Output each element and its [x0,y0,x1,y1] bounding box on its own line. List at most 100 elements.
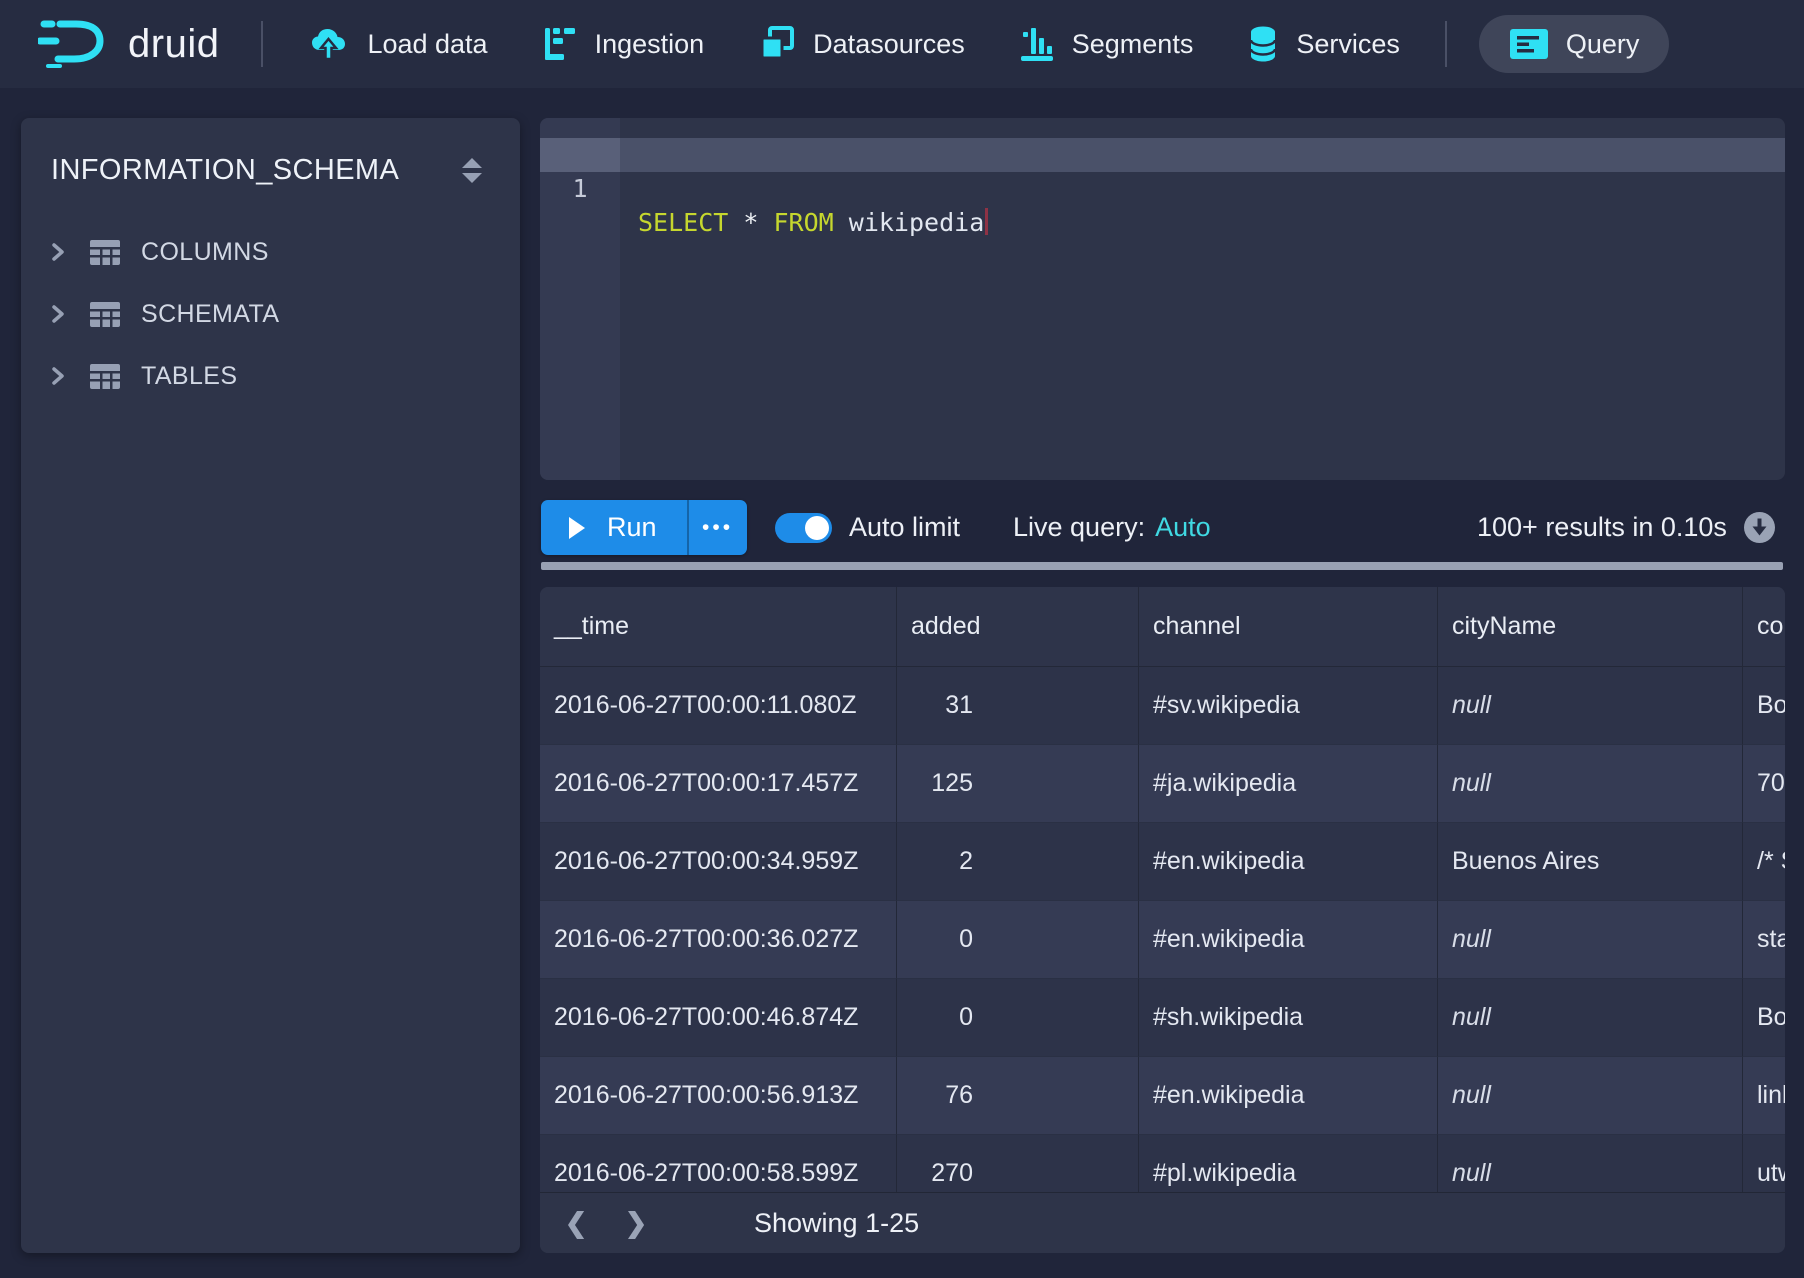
cell-time: 2016-06-27T00:00:34.959Z [540,823,897,901]
cell-comment: Bot [1743,667,1785,745]
cloud-upload-icon [310,26,350,62]
next-page-button[interactable]: ❯ [614,1208,658,1239]
tree-item-label: TABLES [141,362,237,391]
query-results-panel: __time added channel cityName comment 20… [540,587,1785,1253]
cell-added: 0 [897,901,1139,979]
database-icon [1247,25,1279,63]
nav-item-label: Query [1566,29,1640,60]
cell-channel: #ja.wikipedia [1139,745,1438,823]
cell-time: 2016-06-27T00:00:36.027Z [540,901,897,979]
cell-cityname: null [1438,979,1743,1057]
chevron-right-icon [51,242,65,262]
cell-comment: /* S [1743,823,1785,901]
run-more-button[interactable]: ••• [689,500,747,555]
cell-cityname: Buenos Aires [1438,823,1743,901]
cell-time: 2016-06-27T00:00:46.874Z [540,979,897,1057]
cell-comment: link [1743,1057,1785,1135]
tree-item-schemata[interactable]: SCHEMATA [21,283,520,345]
double-caret-vertical-icon[interactable] [462,158,482,183]
run-button-group: Run ••• [541,500,747,555]
cell-channel: #en.wikipedia [1139,823,1438,901]
auto-limit-label: Auto limit [849,500,960,555]
live-query-label: Live query: [1013,512,1145,542]
nav-item-segments[interactable]: Segments [992,15,1221,73]
table-row: 2016-06-27T00:00:36.027Z 0 #en.wikipedia… [540,901,1785,979]
nav-item-label: Ingestion [595,29,705,60]
cell-added: 31 [897,667,1139,745]
schema-title: INFORMATION_SCHEMA [51,154,399,187]
tree-item-columns[interactable]: COLUMNS [21,221,520,283]
text-cursor [985,208,988,235]
schema-sidebar: INFORMATION_SCHEMA COLUMNS [21,118,520,1253]
live-query-value[interactable]: Auto [1155,512,1211,542]
nav-item-label: Load data [367,29,487,60]
tree-item-label: SCHEMATA [141,300,279,329]
more-dots-icon: ••• [702,516,733,540]
brand-name: druid [128,22,219,67]
cell-time: 2016-06-27T00:00:11.080Z [540,667,897,745]
cell-channel: #sv.wikipedia [1139,667,1438,745]
table-row: 2016-06-27T00:00:56.913Z 76 #en.wikipedi… [540,1057,1785,1135]
console-icon [1509,28,1549,60]
druid-logo[interactable]: druid [38,16,219,73]
cell-cityname: null [1438,1057,1743,1135]
nav-item-label: Services [1296,29,1400,60]
table-row: 2016-06-27T00:00:46.874Z 0 #sh.wikipedia… [540,979,1785,1057]
cell-added: 0 [897,979,1139,1057]
panel-resize-handle[interactable] [541,562,1783,570]
chevron-right-icon [51,304,65,324]
nav-item-ingestion[interactable]: Ingestion [515,15,732,73]
tree-item-tables[interactable]: TABLES [21,345,520,407]
ingestion-chart-icon [542,26,578,62]
bar-chart-icon [1019,26,1055,62]
cell-comment: stat [1743,901,1785,979]
results-scroll-area[interactable]: __time added channel cityName comment 20… [540,587,1785,1253]
table-icon [89,239,121,266]
druid-console: druid Load data Inge [0,0,1804,1278]
cell-channel: #en.wikipedia [1139,901,1438,979]
nav-item-services[interactable]: Services [1220,15,1427,73]
nav-item-datasources[interactable]: Datasources [731,15,992,73]
cell-comment: Bot [1743,979,1785,1057]
column-header-cityname[interactable]: cityName [1438,587,1743,667]
play-icon [569,517,585,539]
cell-time: 2016-06-27T00:00:17.457Z [540,745,897,823]
prev-page-button[interactable]: ❮ [554,1208,598,1239]
cell-channel: #en.wikipedia [1139,1057,1438,1135]
column-header-comment[interactable]: comment [1743,587,1785,667]
nav-item-label: Datasources [813,29,965,60]
table-icon [89,363,121,390]
stacked-layers-icon [758,26,796,62]
sql-table-name: wikipedia [849,208,984,237]
toggle-knob [805,516,829,540]
sql-text: SELECT * FROM wikipedia [638,206,988,240]
table-icon [89,301,121,328]
nav-item-load-data[interactable]: Load data [283,15,514,73]
sql-keyword: SELECT [638,208,728,237]
cell-added: 2 [897,823,1139,901]
editor-line-1: 1 SELECT * FROM wikipedia [540,138,1785,172]
nav-item-label: Segments [1072,29,1194,60]
cell-cityname: null [1438,745,1743,823]
nav-item-query[interactable]: Query [1479,15,1670,73]
download-circle-icon[interactable] [1743,511,1776,544]
pagination-bar: ❮ ❯ Showing 1-25 [540,1192,1785,1253]
cell-added: 125 [897,745,1139,823]
line-number: 1 [540,172,620,206]
cell-added: 76 [897,1057,1139,1135]
nav-divider [261,21,263,67]
sql-editor[interactable]: 1 SELECT * FROM wikipedia [540,118,1785,480]
column-header-added[interactable]: added [897,587,1139,667]
column-header-time[interactable]: __time [540,587,897,667]
table-row: 2016-06-27T00:00:11.080Z 31 #sv.wikipedi… [540,667,1785,745]
druid-logo-icon [38,16,112,73]
run-button[interactable]: Run [541,500,687,555]
auto-limit-toggle[interactable] [775,513,832,543]
schema-selector[interactable]: INFORMATION_SCHEMA [21,118,520,221]
cell-cityname: null [1438,901,1743,979]
nav-divider [1445,21,1447,67]
table-header-row: __time added channel cityName comment [540,587,1785,667]
column-header-channel[interactable]: channel [1139,587,1438,667]
table-row: 2016-06-27T00:00:34.959Z 2 #en.wikipedia… [540,823,1785,901]
run-button-label: Run [607,512,657,543]
